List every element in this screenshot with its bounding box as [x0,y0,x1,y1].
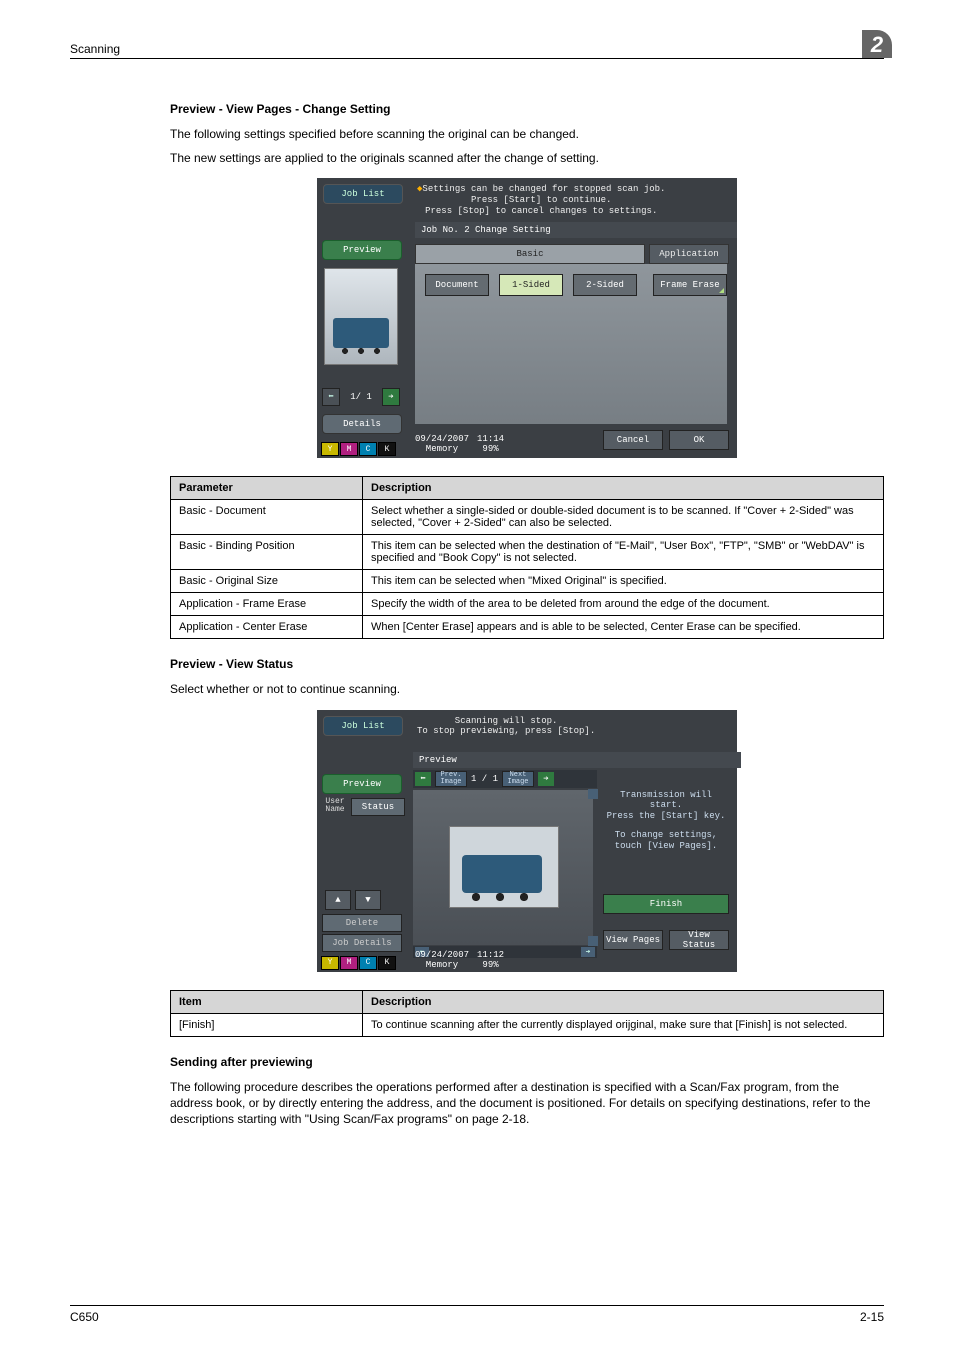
toner-levels: Y M C K [321,956,396,970]
preview-title-bar: Preview [413,752,741,768]
next-image-arrow-icon[interactable]: ➔ [538,772,554,786]
heading-sending-after-previewing: Sending after previewing [170,1055,884,1069]
scroll-down-icon[interactable]: ▼ [355,890,381,910]
resize-handle-icon[interactable] [588,936,598,946]
paragraph: The following procedure describes the op… [170,1079,884,1128]
view-status-button[interactable]: View Status [669,930,729,950]
instruction-text: To change settings,touch [View Pages]. [603,830,729,852]
view-pages-button[interactable]: View Pages [603,930,663,950]
toner-m-icon: M [340,956,358,970]
tab-basic[interactable]: Basic [415,244,645,264]
next-page-icon[interactable]: ➔ [382,388,400,406]
col-parameter: Parameter [171,477,363,500]
preview-thumbnail [324,268,398,365]
prev-page-icon[interactable]: ⬅ [322,388,340,406]
preview-area [413,790,593,945]
job-number-bar: Job No. 2 Change Setting [415,222,737,238]
frame-erase-button[interactable]: Frame Erase [653,274,727,296]
section-title: Scanning [70,42,120,56]
table-row: [Finish]To continue scanning after the c… [171,1013,884,1036]
page-navigator: ⬅ 1/ 1 ➔ [322,388,400,406]
paragraph: The new settings are applied to the orig… [170,150,884,166]
chapter-badge: 2 [862,30,892,58]
toner-levels: Y M C K [321,442,396,456]
toner-c-icon: C [359,442,377,456]
delete-button[interactable]: Delete [322,914,402,932]
table-row: Application - Center EraseWhen [Center E… [171,616,884,639]
screenshot-view-status: Job List Preview User Name Status ▲ ▼ De… [317,710,737,972]
ok-button[interactable]: OK [669,430,729,450]
two-sided-button[interactable]: 2-Sided [573,274,637,296]
footer-model: C650 [70,1310,99,1324]
toner-k-icon: K [378,442,396,456]
image-pager: ⬅ Prev. Image 1 / 1 Next Image ➔ [413,770,597,788]
finish-button[interactable]: Finish [603,894,729,914]
table-row: Basic - Original SizeThis item can be se… [171,570,884,593]
prev-image-arrow-icon[interactable]: ⬅ [415,772,431,786]
job-details-button[interactable]: Job Details [322,934,402,952]
tab-application[interactable]: Application [649,244,729,264]
paragraph: The following settings specified before … [170,126,884,142]
table-row: Application - Frame EraseSpecify the wid… [171,593,884,616]
next-image-button[interactable]: Next Image [502,771,534,787]
cancel-button[interactable]: Cancel [603,430,663,450]
job-list-button[interactable]: Job List [323,184,403,204]
parameter-table: Parameter Description Basic - DocumentSe… [170,476,884,639]
table-row: Basic - Binding PositionThis item can be… [171,535,884,570]
scroll-up-icon[interactable]: ▲ [325,890,351,910]
resize-handle-icon[interactable] [588,789,598,799]
footer-page: 2-15 [860,1310,884,1324]
job-list-button[interactable]: Job List [323,716,403,736]
item-table: Item Description [Finish]To continue sca… [170,990,884,1037]
prev-image-button[interactable]: Prev. Image [435,771,467,787]
col-item: Item [171,990,363,1013]
document-button[interactable]: Document [425,274,489,296]
toner-c-icon: C [359,956,377,970]
status-message: ◆Settings can be changed for stopped sca… [417,184,665,216]
status-bar: 09/24/2007Memory 11:1499% [415,434,504,454]
status-button[interactable]: Status [351,798,405,816]
col-description: Description [363,477,884,500]
status-message: Scanning will stop.To stop previewing, p… [417,716,595,738]
toner-y-icon: Y [321,442,339,456]
preview-tab[interactable]: Preview [322,240,402,260]
details-button[interactable]: Details [322,414,402,434]
username-label: User Name [322,798,348,814]
preview-image [449,826,559,908]
paragraph: Select whether or not to continue scanni… [170,681,884,697]
instruction-text: Transmission will start.Press the [Start… [603,790,729,822]
toner-m-icon: M [340,442,358,456]
heading-view-status: Preview - View Status [170,657,884,671]
toner-k-icon: K [378,956,396,970]
col-description: Description [363,990,884,1013]
heading-change-setting: Preview - View Pages - Change Setting [170,102,884,116]
one-sided-button[interactable]: 1-Sided [499,274,563,296]
image-index: 1 / 1 [471,774,498,784]
status-bar: 09/24/2007Memory 11:1299% [415,950,504,970]
table-row: Basic - DocumentSelect whether a single-… [171,500,884,535]
preview-tab[interactable]: Preview [322,774,402,794]
page-indicator: 1/ 1 [350,392,372,402]
screenshot-change-setting: Job List Preview ⬅ 1/ 1 ➔ Details ◆Setti… [317,178,737,458]
toner-y-icon: Y [321,956,339,970]
